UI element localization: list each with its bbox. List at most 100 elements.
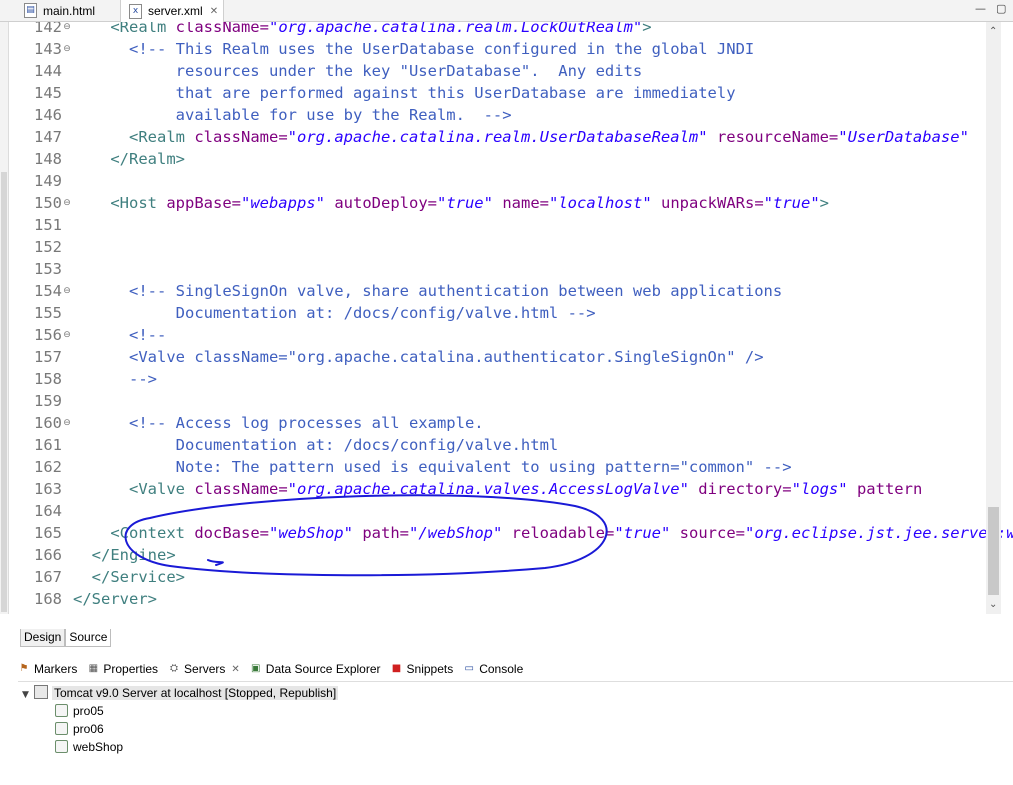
code-text: </Server>	[73, 588, 157, 610]
token: "localhost"	[549, 194, 652, 212]
token: </Service>	[91, 568, 185, 586]
project-row[interactable]: pro06	[55, 720, 338, 738]
close-icon[interactable]: ✕	[231, 664, 239, 675]
editor-tab-bar: ▤ main.html x server.xml ✕ — ▢	[0, 0, 1013, 22]
token: >	[642, 22, 652, 36]
token: "webShop"	[268, 524, 353, 542]
token: <!-- SingleSignOn valve, share authentic…	[129, 282, 783, 300]
line-number: 162	[34, 458, 62, 476]
code-text: <Valve className="org.apache.catalina.au…	[73, 346, 764, 368]
line-number: 161	[34, 436, 62, 454]
token: <!-- Access log processes all example.	[129, 414, 484, 432]
token: Documentation at: /docs/config/valve.htm…	[73, 304, 596, 322]
maximize-icon[interactable]: ▢	[996, 2, 1006, 15]
code-text: resources under the key "UserDatabase". …	[73, 60, 643, 82]
line-number: 146	[34, 106, 62, 124]
code-text: <Context docBase="webShop" path="/webSho…	[73, 522, 1013, 544]
token: <Realm	[110, 22, 176, 36]
tab-snippets[interactable]: ■ Snippets	[391, 662, 453, 676]
token: <Valve className="org.apache.catalina.au…	[73, 348, 764, 366]
minimize-icon[interactable]: —	[975, 2, 986, 15]
server-row[interactable]: ▼ Tomcat v9.0 Server at localhost [Stoppe…	[22, 684, 339, 704]
line-number: 160	[34, 414, 62, 432]
token: </Realm>	[110, 150, 185, 168]
vertical-scrollbar[interactable]: ⌃ ⌄	[986, 22, 1001, 614]
server-label: Tomcat v9.0 Server at localhost [Stopped…	[52, 686, 339, 700]
html-file-icon: ▤	[24, 3, 37, 18]
code-text: </Realm>	[73, 148, 185, 170]
line-number: 149	[34, 172, 62, 190]
data-source-icon: ▣	[251, 663, 261, 674]
token: name=	[502, 194, 549, 212]
project-row[interactable]: pro05	[55, 702, 338, 720]
code-text: <Host appBase="webapps" autoDeploy="true…	[73, 192, 829, 214]
server-icon	[34, 685, 48, 699]
tab-source[interactable]: Source	[65, 629, 112, 647]
code-text: <!-- Access log processes all example.	[73, 412, 484, 434]
code-text: </Service>	[73, 566, 185, 588]
tab-data-source-explorer[interactable]: ▣ Data Source Explorer	[250, 662, 380, 676]
token: "webapps"	[240, 194, 325, 212]
tab-properties[interactable]: ▦ Properties	[87, 662, 158, 676]
properties-icon: ▦	[88, 663, 99, 674]
line-number: 158	[34, 370, 62, 388]
close-icon[interactable]: ✕	[210, 6, 218, 17]
tab-servers[interactable]: ⛭ Servers ✕	[168, 662, 240, 676]
xml-source-editor[interactable]: 142 ⊖ <Realm className="org.apache.catali…	[0, 22, 1013, 614]
line-number: 155	[34, 304, 62, 322]
fold-toggle-icon[interactable]: ⊖	[62, 412, 72, 434]
tab-main-html[interactable]: ▤ main.html	[18, 0, 118, 21]
token: autoDeploy=	[334, 194, 437, 212]
fold-toggle-icon[interactable]: ⊖	[62, 22, 72, 38]
code-text: available for use by the Realm. -->	[73, 104, 512, 126]
fold-toggle-icon[interactable]: ⊖	[62, 38, 72, 60]
token: docBase=	[194, 524, 269, 542]
scroll-up-icon[interactable]: ⌃	[989, 26, 997, 37]
token: "true"	[763, 194, 820, 212]
line-number: 156	[34, 326, 62, 344]
line-number: 152	[34, 238, 62, 256]
chevron-down-icon[interactable]: ▼	[22, 686, 34, 704]
scroll-down-icon[interactable]: ⌄	[989, 599, 997, 610]
project-icon	[55, 722, 68, 735]
tab-design[interactable]: Design	[20, 629, 66, 647]
token: </Server>	[73, 590, 157, 608]
token: -->	[73, 370, 157, 388]
code-text: that are performed against this UserData…	[73, 82, 736, 104]
scroll-thumb[interactable]	[988, 507, 999, 595]
line-number: 145	[34, 84, 62, 102]
token: "org.apache.catalina.valves.AccessLogVal…	[287, 480, 689, 498]
fold-toggle-icon[interactable]: ⊖	[62, 324, 72, 346]
token: "org.eclipse.jst.jee.server:webShop"	[745, 524, 1013, 542]
tab-server-xml[interactable]: x server.xml ✕	[120, 0, 224, 22]
token: Note: The pattern used is equivalent to …	[73, 458, 792, 476]
token: "true"	[436, 194, 493, 212]
token: reloadable=	[511, 524, 615, 542]
line-number: 164	[34, 502, 62, 520]
token: <Host	[110, 194, 167, 212]
fold-toggle-icon[interactable]: ⊖	[62, 192, 72, 214]
tab-console[interactable]: ▭ Console	[463, 662, 523, 676]
token: "org.apache.catalina.realm.LockOutRealm"	[268, 22, 643, 36]
line-number: 159	[34, 392, 62, 410]
tab-markers[interactable]: ⚑ Markers	[18, 662, 78, 676]
project-icon	[55, 704, 68, 717]
line-number: 153	[34, 260, 62, 278]
fold-toggle-icon[interactable]: ⊖	[62, 280, 72, 302]
token: resources under the key "UserDatabase". …	[73, 62, 643, 80]
project-row[interactable]: webShop	[55, 738, 338, 756]
code-text: <!--	[73, 324, 166, 346]
code-text: <!-- This Realm uses the UserDatabase co…	[73, 38, 754, 60]
xml-file-icon: x	[129, 3, 142, 19]
